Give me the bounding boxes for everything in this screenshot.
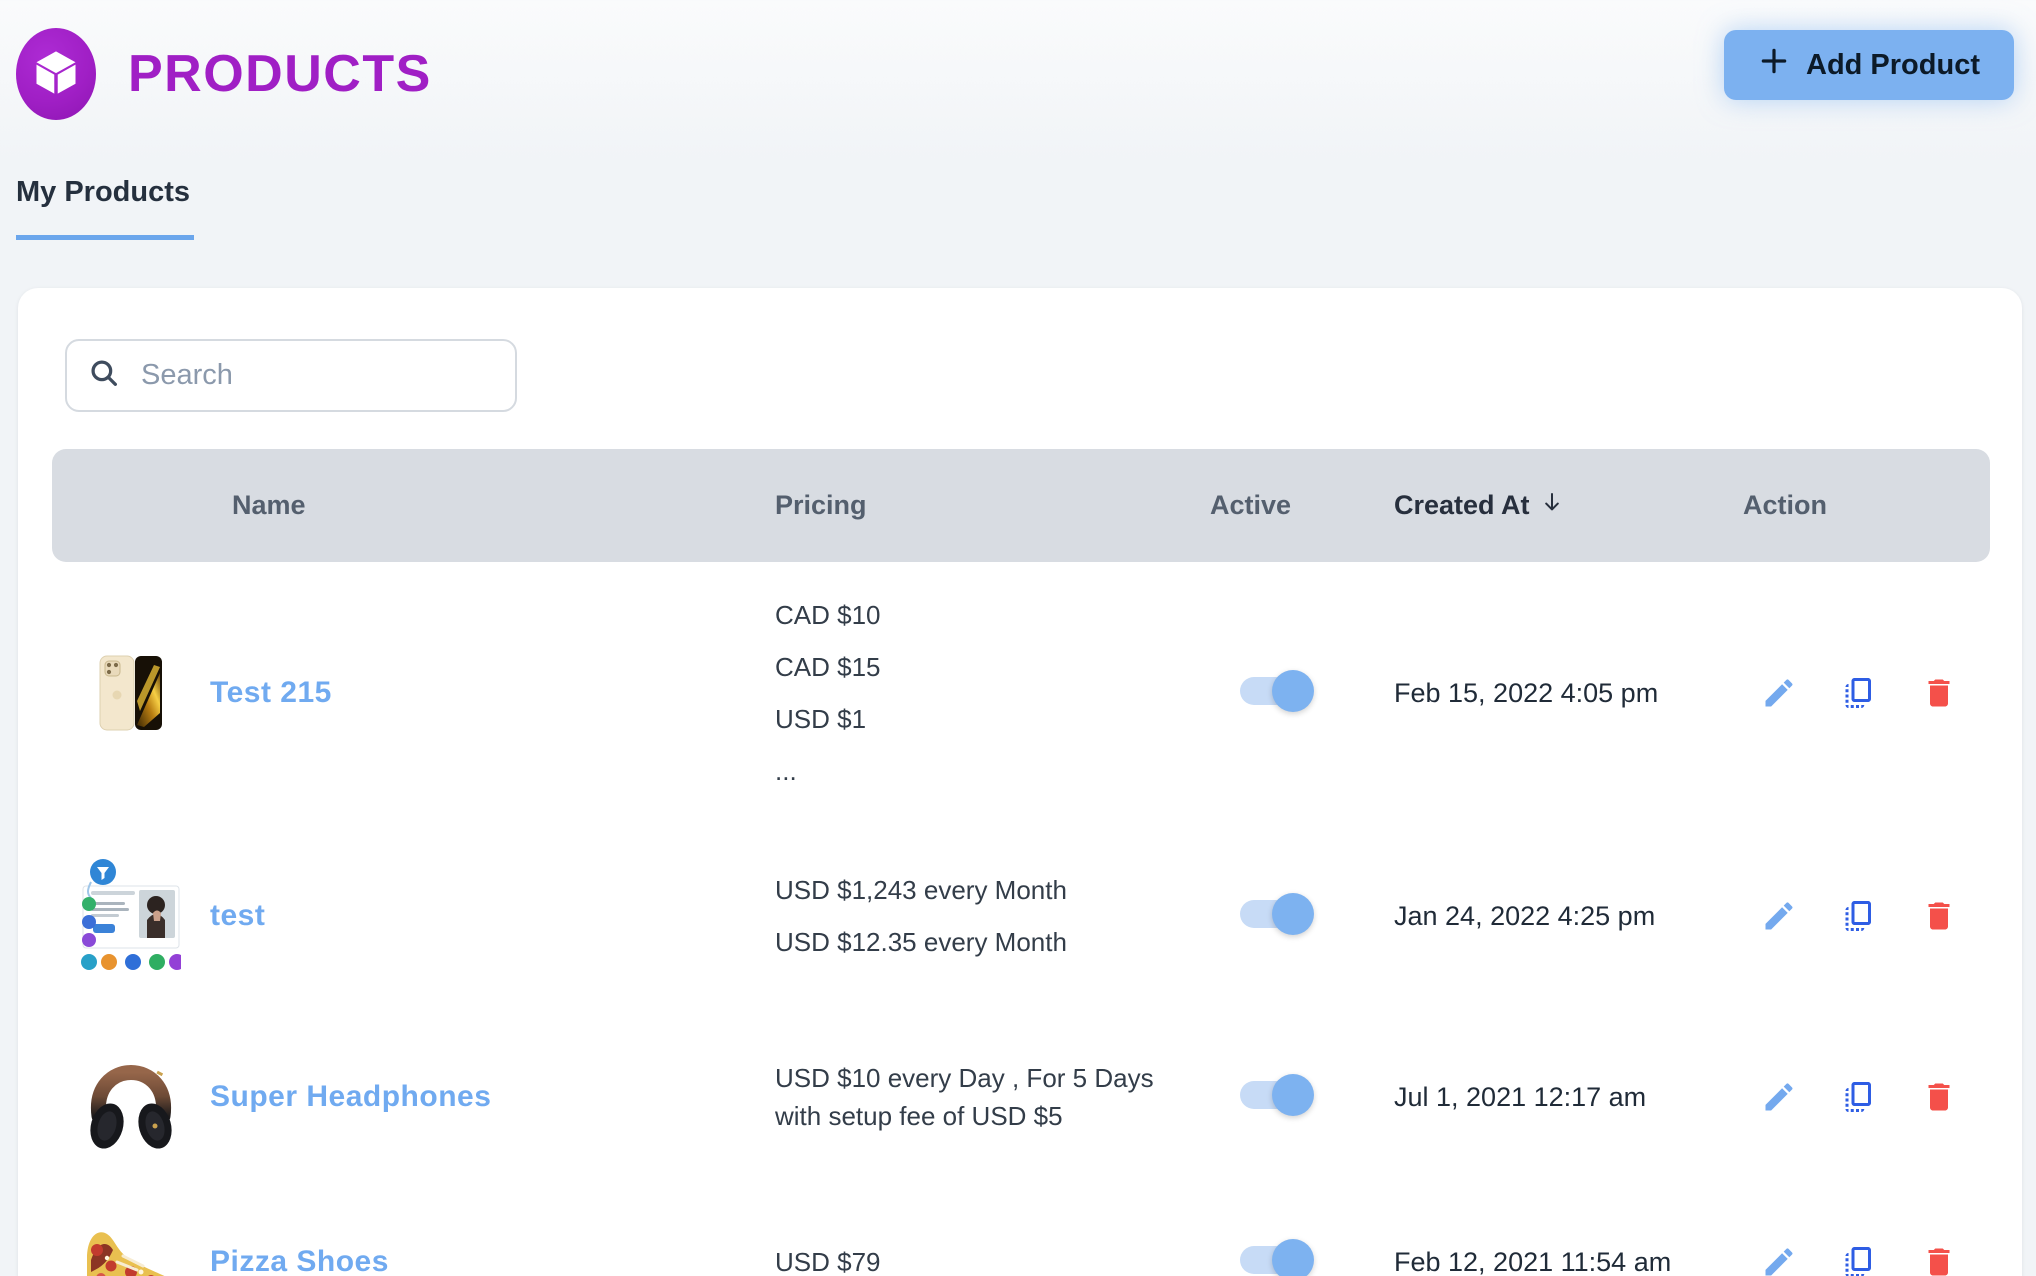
price-line: CAD $15 (775, 648, 1188, 686)
edit-pencil-icon[interactable] (1761, 898, 1797, 934)
pricing-cell: USD $1,243 every Month USD $12.35 every M… (753, 871, 1188, 961)
table-body: Test 215 CAD $10 CAD $15 USD $1... Feb 15,… (52, 562, 1990, 1276)
price-line: CAD $10 (775, 596, 1188, 634)
copy-icon[interactable] (1841, 675, 1877, 711)
delete-trash-icon[interactable] (1921, 1079, 1957, 1115)
product-thumbnail[interactable] (77, 1220, 185, 1276)
active-toggle[interactable] (1240, 677, 1312, 705)
product-name-link[interactable]: Pizza Shoes (210, 1245, 389, 1276)
page-header: PRODUCTS Add Product (0, 0, 2036, 120)
products-card: Name Pricing Active Created At Action Te… (18, 288, 2022, 1276)
delete-trash-icon[interactable] (1921, 675, 1957, 711)
plus-icon (1758, 45, 1790, 85)
pricing-cell: CAD $10 CAD $15 USD $1... (753, 596, 1188, 790)
product-thumbnail[interactable] (81, 858, 181, 974)
price-line: USD $79 (775, 1243, 1188, 1276)
table-row: Pizza Shoes USD $79 Feb 12, 2021 11:54 a… (52, 1186, 1990, 1276)
table-row: Test 215 CAD $10 CAD $15 USD $1... Feb 15,… (52, 562, 1990, 824)
column-header-name[interactable]: Name (210, 490, 753, 521)
created-at-value: Jan 24, 2022 4:25 pm (1372, 901, 1721, 932)
product-name-link[interactable]: Test 215 (210, 676, 332, 709)
add-product-button[interactable]: Add Product (1724, 30, 2014, 100)
table-row: Super Headphones USD $10 every Day , For… (52, 1008, 1990, 1186)
delete-trash-icon[interactable] (1921, 1244, 1957, 1276)
product-name-link[interactable]: test (210, 899, 265, 932)
page-title: PRODUCTS (128, 44, 432, 104)
column-header-active[interactable]: Active (1188, 490, 1372, 521)
tab-my-products[interactable]: My Products (16, 176, 194, 240)
copy-icon[interactable] (1841, 1244, 1877, 1276)
package-cube-icon (30, 46, 82, 103)
pricing-cell: USD $79 (753, 1243, 1188, 1276)
copy-icon[interactable] (1841, 1079, 1877, 1115)
price-line: USD $12.35 every Month (775, 923, 1188, 961)
price-line: USD $10 every Day , For 5 Days with setu… (775, 1059, 1188, 1135)
active-toggle[interactable] (1240, 1081, 1312, 1109)
copy-icon[interactable] (1841, 898, 1877, 934)
sort-arrow-down-icon (1540, 490, 1564, 521)
pricing-cell: USD $10 every Day , For 5 Days with setu… (753, 1059, 1188, 1135)
products-logo (16, 28, 96, 120)
product-thumbnail[interactable] (83, 1042, 179, 1152)
column-header-action: Action (1721, 490, 1990, 521)
search-box[interactable] (65, 339, 517, 412)
price-line: USD $1 (775, 700, 1188, 738)
edit-pencil-icon[interactable] (1761, 675, 1797, 711)
search-input[interactable] (141, 359, 518, 392)
price-line: USD $1,243 every Month (775, 871, 1188, 909)
table-row: test USD $1,243 every Month USD $12.35 ev… (52, 824, 1990, 1008)
table-header: Name Pricing Active Created At Action (52, 449, 1990, 562)
tab-label: My Products (16, 176, 190, 208)
add-product-label: Add Product (1806, 49, 1980, 82)
created-at-value: Feb 12, 2021 11:54 am (1372, 1247, 1721, 1276)
edit-pencil-icon[interactable] (1761, 1079, 1797, 1115)
active-toggle[interactable] (1240, 1246, 1312, 1274)
edit-pencil-icon[interactable] (1761, 1244, 1797, 1276)
product-name-link[interactable]: Super Headphones (210, 1080, 491, 1113)
created-at-value: Jul 1, 2021 12:17 am (1372, 1082, 1721, 1113)
price-line: ... (775, 752, 1188, 790)
search-icon (87, 356, 121, 395)
column-header-pricing[interactable]: Pricing (753, 490, 1188, 521)
active-toggle[interactable] (1240, 900, 1312, 928)
delete-trash-icon[interactable] (1921, 898, 1957, 934)
product-thumbnail[interactable] (96, 655, 166, 731)
column-header-created-at[interactable]: Created At (1372, 490, 1721, 521)
created-at-value: Feb 15, 2022 4:05 pm (1372, 678, 1721, 709)
tab-bar: My Products (16, 176, 2036, 240)
